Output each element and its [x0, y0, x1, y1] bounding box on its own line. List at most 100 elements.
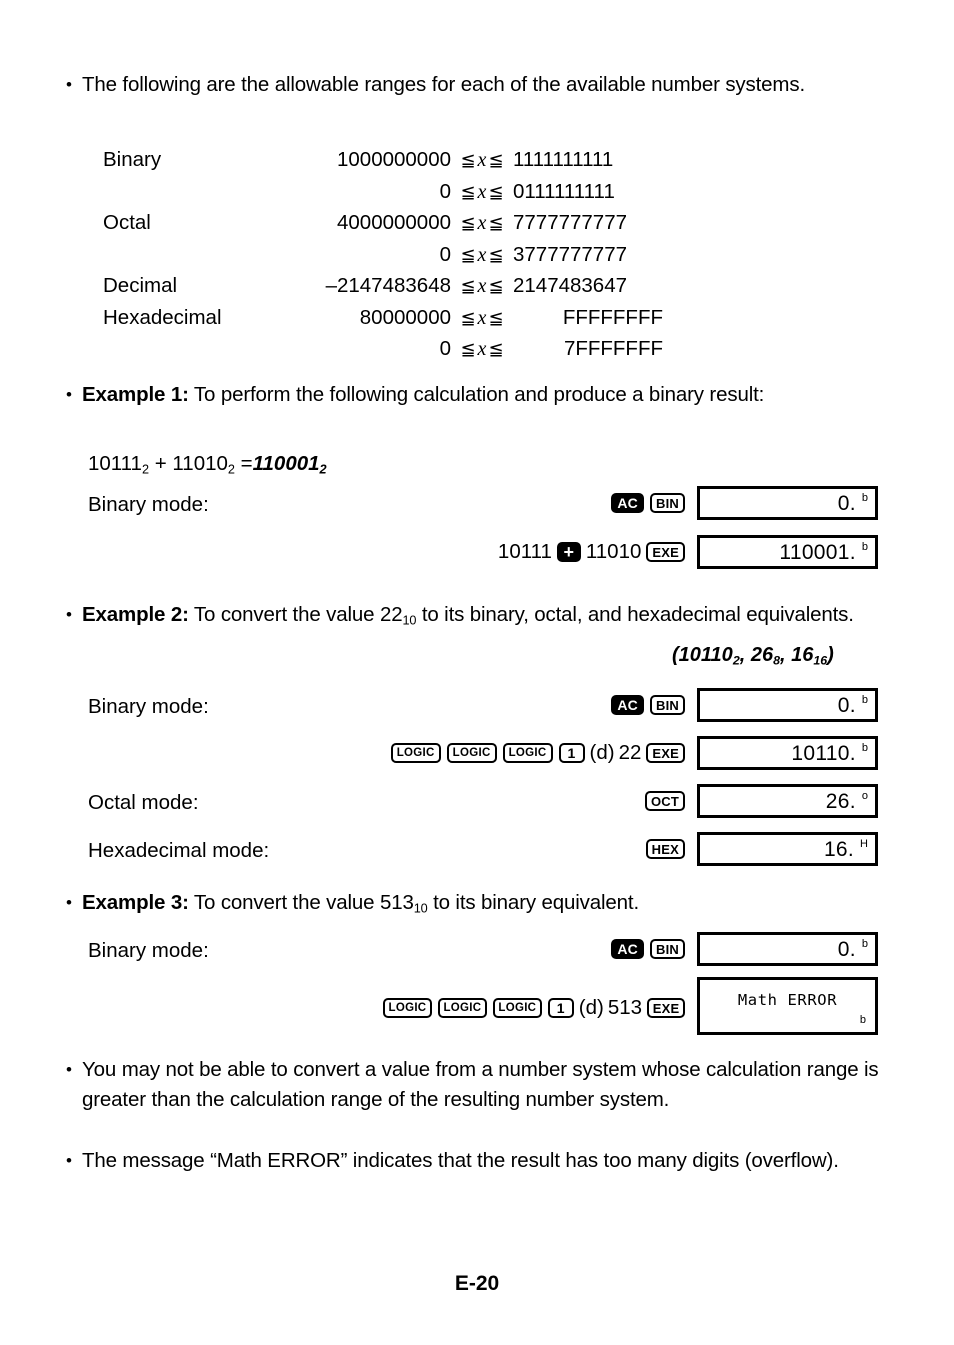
expr-operator: +: [149, 452, 173, 475]
example2-label: Example 2:: [82, 603, 189, 626]
range-inequality: ≦ x ≦: [460, 212, 504, 234]
key-logic[interactable]: LOGIC: [382, 998, 432, 1018]
key-bin[interactable]: BIN: [650, 695, 685, 715]
example1-keys-row2: 10111 +11010 EXE: [440, 538, 688, 566]
note-bullet-row-1: • You may not be able to convert a value…: [66, 1055, 881, 1115]
key-sequence-text: 11010: [585, 540, 642, 563]
bullet-glyph-icon: •: [66, 385, 72, 404]
intro-text: The following are the allowable ranges f…: [82, 73, 805, 96]
note-bullet-row-2: • The message “Math ERROR” indicates tha…: [66, 1146, 881, 1176]
example1-text: To perform the following calculation and…: [188, 383, 765, 406]
example1-display-1: 0. b: [697, 486, 878, 520]
display-value: 16.: [823, 837, 855, 861]
range-lower-bound: 80000000: [359, 305, 451, 329]
example1-bullet-row: • Example 1: To perform the following ca…: [66, 380, 876, 410]
example3-display-2: Math ERROR b: [697, 977, 878, 1035]
key-oct[interactable]: OCT: [644, 791, 685, 811]
range-inequality: ≦ x ≦: [460, 306, 504, 329]
answer-value-1: 10110: [678, 644, 733, 666]
key-exe[interactable]: EXE: [646, 542, 685, 562]
range-upper-bound: FFFFFFFF: [562, 305, 663, 329]
display-value: 110001.: [779, 540, 856, 564]
key-sequence-text: 22: [618, 741, 642, 764]
bullet-glyph-icon: •: [66, 1060, 72, 1079]
answer-open-paren: (: [672, 644, 679, 666]
example2-text-part2: to its binary, octal, and hexadecimal eq…: [416, 603, 854, 626]
display-mode-tag: b: [859, 1014, 866, 1026]
key-logic[interactable]: LOGIC: [390, 743, 441, 763]
key-exe[interactable]: EXE: [646, 743, 685, 763]
answer-close-paren: ): [827, 644, 834, 666]
example3-label: Example 3:: [82, 891, 189, 914]
key-ac[interactable]: AC: [611, 695, 644, 715]
range-system-name: Decimal: [103, 274, 178, 297]
range-row: 0 ≦ x ≦ 7FFFFFFF: [103, 334, 663, 366]
example3-text-part2: to its binary equivalent.: [427, 891, 640, 914]
range-row: 0 ≦ x ≦ 3777777777: [103, 240, 663, 272]
key-bin[interactable]: BIN: [650, 493, 685, 513]
expr-result: 110001: [252, 452, 320, 475]
example2-keys-row: LOGIC LOGIC LOGIC 1 (d) 22 EXE: [380, 739, 688, 767]
example2-mode-label: Hexadecimal mode:: [88, 839, 270, 862]
manual-page: • The following are the allowable ranges…: [0, 0, 954, 1345]
example2-display: 10110. b: [697, 736, 878, 770]
example2-heading: Example 2: To convert the value 2210 to …: [82, 600, 854, 636]
example2-display: 16. H: [697, 832, 878, 866]
answer-sep-1: ,: [739, 644, 751, 666]
key-ac[interactable]: AC: [611, 493, 644, 513]
expr-operand-a: 10111: [88, 452, 142, 475]
range-upper-bound: 7777777777: [513, 211, 628, 234]
range-inequality: ≦ x ≦: [460, 243, 504, 266]
key-sequence-text: 10111: [497, 540, 552, 563]
example3-text-part1: To convert the value 513: [188, 891, 414, 914]
display-mode-tag: b: [861, 694, 868, 706]
expr-operand-b-base: 2: [227, 461, 235, 477]
range-lower-bound: 1000000000: [336, 148, 451, 171]
example3-bullet-row: • Example 3: To convert the value 51310 …: [66, 888, 886, 924]
example2-mode-label: Binary mode:: [88, 695, 209, 718]
note-text-2: The message “Math ERROR” indicates that …: [82, 1149, 839, 1172]
example2-display: 26. o: [697, 784, 878, 818]
range-upper-bound: 1111111111: [513, 148, 614, 171]
answer-sep-2: ,: [780, 644, 792, 666]
key-1[interactable]: 1: [547, 998, 574, 1018]
key-sequence-text: (d): [589, 741, 615, 764]
example3-mode-label: Binary mode:: [88, 939, 209, 962]
bullet-glyph-icon: •: [66, 1151, 72, 1170]
key-bin[interactable]: BIN: [650, 939, 685, 959]
example2-keys-row: OCT: [380, 787, 688, 815]
key-sequence-text: (d): [578, 996, 604, 1019]
display-mode-tag: b: [861, 938, 868, 950]
range-row: Decimal –2147483648 ≦ x ≦ 2147483647: [103, 271, 663, 303]
expr-equals: =: [234, 452, 253, 475]
display-mode-tag: b: [861, 541, 868, 553]
example2-bullet-row: • Example 2: To convert the value 2210 t…: [66, 600, 886, 636]
example2-text-sub1: 10: [402, 612, 417, 628]
example2-answer: (101102, 268, 1616): [672, 641, 834, 674]
key-1[interactable]: 1: [558, 743, 585, 763]
example2-display: 0. b: [697, 688, 878, 722]
display-mode-tag: b: [861, 742, 868, 754]
key-exe[interactable]: EXE: [647, 998, 685, 1018]
display-mode-tag: b: [861, 492, 868, 504]
range-inequality: ≦ x ≦: [460, 180, 504, 203]
range-row: Binary 1000000000 ≦ x ≦ 1111111111: [103, 145, 663, 177]
example3-text-sub1: 10: [413, 900, 428, 916]
bullet-glyph-icon: •: [66, 75, 72, 94]
key-logic[interactable]: LOGIC: [492, 998, 542, 1018]
answer-value-2: 26: [750, 644, 774, 666]
number-ranges-table: Binary 1000000000 ≦ x ≦ 1111111111 0 ≦ x ≦ 0111111…: [103, 145, 663, 366]
display-mode-tag: H: [860, 838, 868, 850]
range-lower-bound: 0: [439, 179, 451, 203]
display-value: Math ERROR: [737, 991, 838, 1009]
expr-operand-a-base: 2: [141, 461, 150, 477]
key-hex[interactable]: HEX: [645, 839, 685, 859]
key-logic[interactable]: LOGIC: [437, 998, 487, 1018]
range-inequality: ≦ x ≦: [460, 275, 504, 297]
range-row: Hexadecimal 80000000 ≦ x ≦ FFFFFFFF: [103, 303, 663, 335]
key-logic[interactable]: LOGIC: [502, 743, 553, 763]
example1-label: Example 1:: [82, 383, 189, 406]
key-logic[interactable]: LOGIC: [446, 743, 497, 763]
key-plus[interactable]: +: [556, 542, 581, 562]
key-ac[interactable]: AC: [611, 939, 644, 959]
